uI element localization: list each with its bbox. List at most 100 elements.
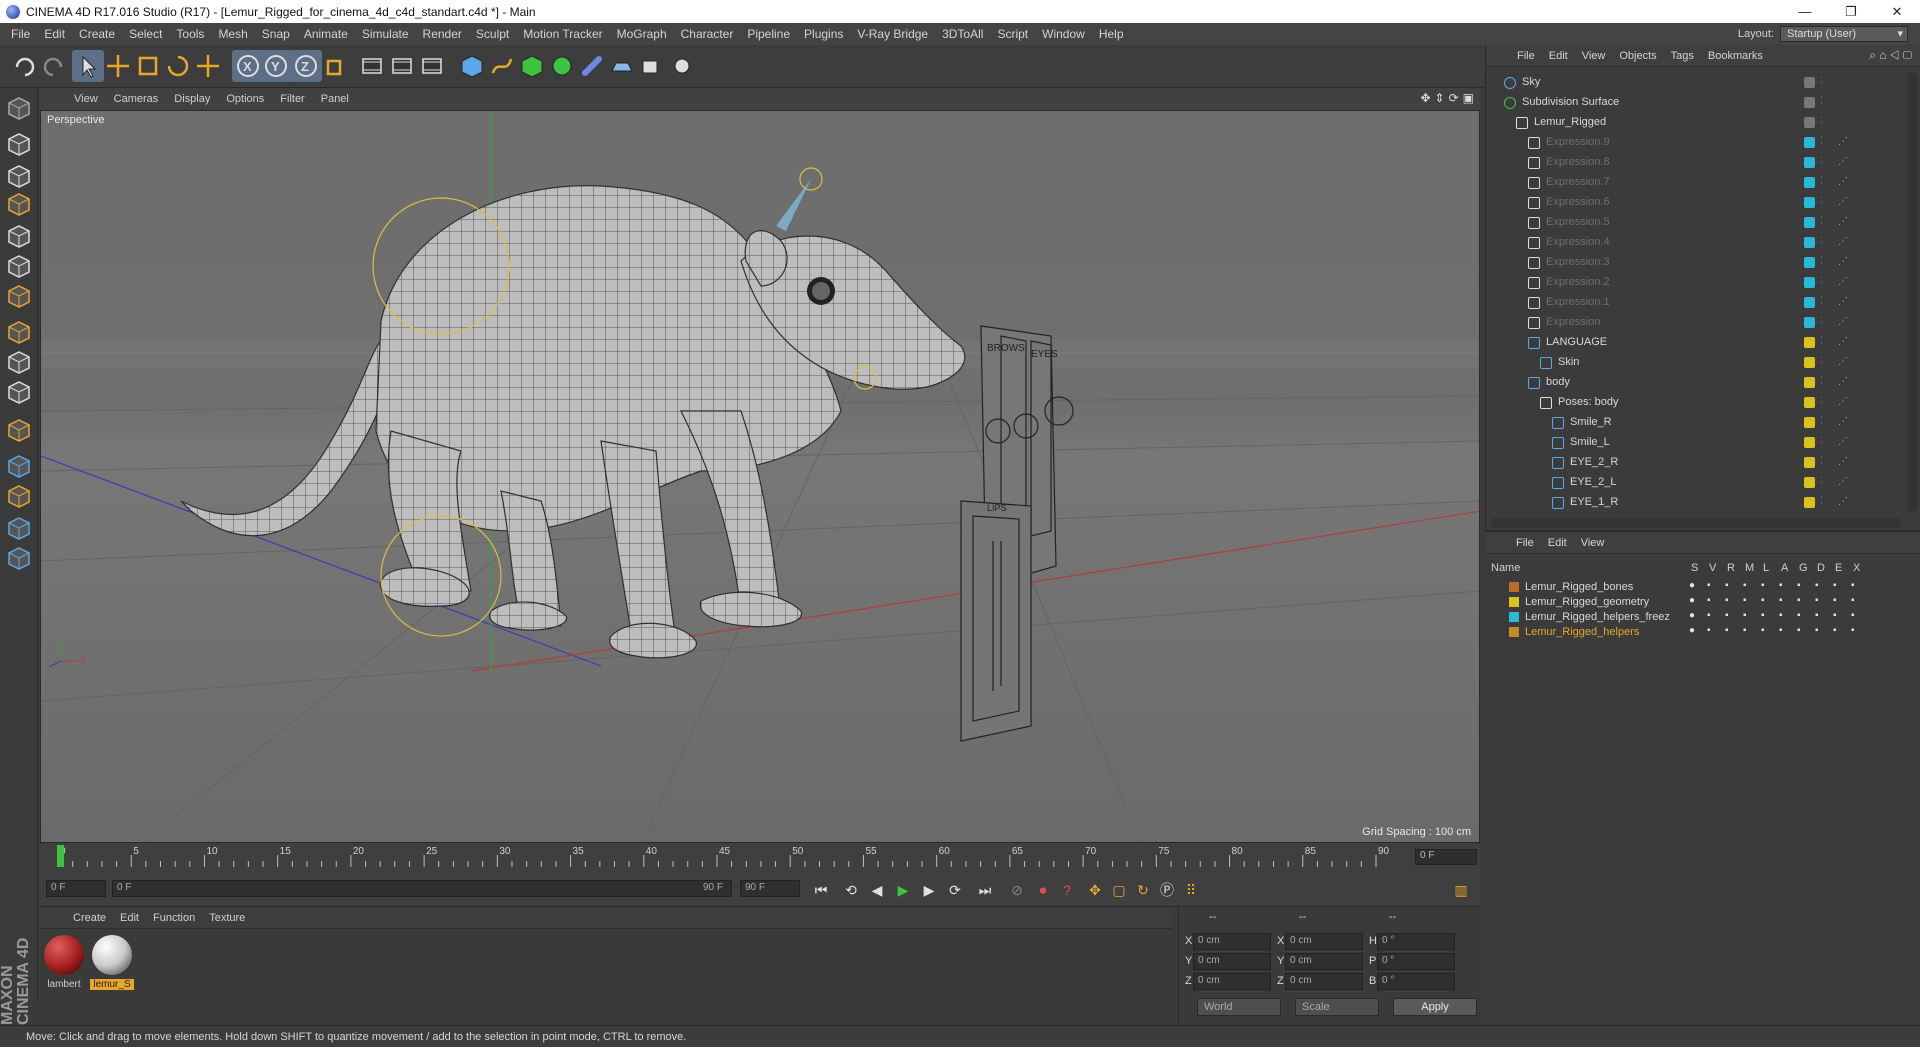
menu-edit[interactable]: Edit [37,27,72,41]
prev-key-button[interactable]: ⟲ [840,879,862,901]
layer-flag-l-icon[interactable]: ▪ [1761,595,1765,606]
material-menu-texture[interactable]: Texture [202,912,252,924]
render-settings-icon[interactable] [416,50,448,82]
expression-tag-icon[interactable]: ⋰ [1838,436,1848,447]
undo-icon[interactable] [8,50,40,82]
points-mode-icon[interactable] [3,220,35,252]
cube-icon[interactable] [456,50,488,82]
viewport-menu-cameras[interactable]: Cameras [106,93,167,105]
goto-end-button[interactable]: ⏭ [974,879,996,901]
layer-flag-m-icon[interactable]: ▪ [1743,595,1747,606]
layer-flag-g-icon[interactable]: ▪ [1797,610,1801,621]
object-row[interactable]: Expression.1 ⁚ ⋰ [1486,293,1906,313]
visibility-dots-icon[interactable]: ⁚ [1820,355,1823,366]
layer-flag-x-icon[interactable]: ▪ [1851,595,1855,606]
layer-flag-x-icon[interactable]: ▪ [1851,580,1855,591]
layer-color-swatch[interactable] [1804,437,1815,448]
timeline-layout-icon[interactable]: ▥ [1450,879,1472,901]
material-menu-create[interactable]: Create [66,912,113,924]
python-icon[interactable] [3,512,35,544]
object-row[interactable]: EYE_2_L ⁚ ⋰ [1486,473,1906,493]
layer-flag-s-icon[interactable]: ● [1689,610,1695,621]
layer-column-e[interactable]: E [1835,562,1842,574]
layer-color-swatch[interactable] [1804,197,1815,208]
layer-flag-e-icon[interactable]: ▪ [1833,580,1837,591]
layer-row[interactable]: Lemur_Rigged_helpers ● ▪ ▪ ▪ ▪ ▪ ▪ ▪ ▪ ▪ [1485,625,1920,640]
texture-tag-icon[interactable] [3,480,35,512]
layer-row[interactable]: Lemur_Rigged_helpers_freez ● ▪ ▪ ▪ ▪ ▪ ▪ ▪ ▪ ▪ [1485,610,1920,625]
menu-file[interactable]: File [4,27,37,41]
visibility-dots-icon[interactable]: ⁚ [1820,315,1823,326]
layer-flag-s-icon[interactable]: ● [1689,580,1695,591]
layer-flag-g-icon[interactable]: ▪ [1797,625,1801,636]
menu-animate[interactable]: Animate [297,27,355,41]
tweak-mode-icon[interactable] [3,346,35,378]
menu-mograph[interactable]: MoGraph [610,27,674,41]
layer-menu-edit[interactable]: Edit [1541,537,1574,549]
object-row[interactable]: Expression ⁚ ⋰ [1486,313,1906,333]
snap-icon[interactable] [3,376,35,408]
keyframe-selection-icon[interactable]: ? [1056,879,1078,901]
layer-color-swatch[interactable] [1804,457,1815,468]
object-row[interactable]: Skin ⁚ ⋰ [1486,353,1906,373]
close-button[interactable]: ✕ [1874,0,1920,23]
visibility-dots-icon[interactable]: ⁚ [1820,75,1823,86]
expression-tag-icon[interactable]: ⋰ [1838,356,1848,367]
object-menu-edit[interactable]: Edit [1542,50,1575,62]
start-frame-field[interactable]: 0 F [46,880,106,897]
timeline-ruler[interactable]: 051015202530354045505560657075808590 [54,843,1392,871]
material-menu-function[interactable]: Function [146,912,202,924]
prev-frame-button[interactable]: ◀ [866,879,888,901]
layer-column-d[interactable]: D [1817,562,1825,574]
layer-color-swatch[interactable] [1804,417,1815,428]
visibility-dots-icon[interactable]: ⁚ [1820,95,1823,106]
object-horizontal-scrollbar[interactable] [1492,518,1900,528]
layer-color-swatch[interactable] [1509,627,1519,637]
coord-value-field[interactable]: 0 cm [1193,953,1271,970]
object-menu-file[interactable]: File [1510,50,1542,62]
magnet-icon[interactable] [3,414,35,446]
layer-row[interactable]: Lemur_Rigged_geometry ● ▪ ▪ ▪ ▪ ▪ ▪ ▪ ▪ ▪ [1485,595,1920,610]
layer-flag-v-icon[interactable]: ▪ [1707,625,1711,636]
expression-tag-icon[interactable]: ⋰ [1838,176,1848,187]
coord-value-field[interactable]: 0 ° [1377,953,1455,970]
timeline-ruler-bar[interactable]: 051015202530354045505560657075808590 0 F [40,843,1480,871]
menu-simulate[interactable]: Simulate [355,27,416,41]
layer-row[interactable]: Lemur_Rigged_bones ● ▪ ▪ ▪ ▪ ▪ ▪ ▪ ▪ ▪ [1485,580,1920,595]
light-icon[interactable] [666,50,698,82]
layer-flag-x-icon[interactable]: ▪ [1851,610,1855,621]
restore-button[interactable]: ❐ [1828,0,1874,23]
layer-color-swatch[interactable] [1804,177,1815,188]
expression-tag-icon[interactable]: ⋰ [1838,416,1848,427]
object-row[interactable]: EYE_1_R ⁚ ⋰ [1486,493,1906,511]
object-menu-bookmarks[interactable]: Bookmarks [1701,50,1770,62]
key-rotation-icon[interactable]: ↻ [1132,879,1154,901]
coord-value-field[interactable]: 0 cm [1285,953,1363,970]
menu-script[interactable]: Script [990,27,1035,41]
subdivision-icon[interactable] [516,50,548,82]
move-view-icon[interactable]: ✥ [1420,91,1430,105]
layer-flag-e-icon[interactable]: ▪ [1833,610,1837,621]
search-icon[interactable]: ⌕ ⌂ ◁ ▢ [1869,48,1912,63]
layer-menu-view[interactable]: View [1574,537,1612,549]
layer-column-l[interactable]: L [1763,562,1769,574]
current-frame-field[interactable]: 0 F [1415,849,1477,865]
edges-mode-icon[interactable] [3,250,35,282]
visibility-dots-icon[interactable]: ⁚ [1820,415,1823,426]
axis-mode-icon[interactable] [3,316,35,348]
layer-flag-x-icon[interactable]: ▪ [1851,625,1855,636]
menu-create[interactable]: Create [72,27,122,41]
visibility-dots-icon[interactable]: ⁚ [1820,215,1823,226]
layer-flag-m-icon[interactable]: ▪ [1743,610,1747,621]
menu-mesh[interactable]: Mesh [211,27,254,41]
menu-pipeline[interactable]: Pipeline [740,27,797,41]
workplane-icon[interactable] [3,188,35,220]
render-view-icon[interactable] [356,50,388,82]
visibility-dots-icon[interactable]: ⁚ [1820,335,1823,346]
coord-value-field[interactable]: 0 cm [1193,973,1271,990]
camera-icon[interactable] [636,50,668,82]
visibility-dots-icon[interactable]: ⁚ [1820,115,1823,126]
layer-flag-m-icon[interactable]: ▪ [1743,580,1747,591]
object-menu-objects[interactable]: Objects [1612,50,1663,62]
viewport-menu-options[interactable]: Options [218,93,272,105]
